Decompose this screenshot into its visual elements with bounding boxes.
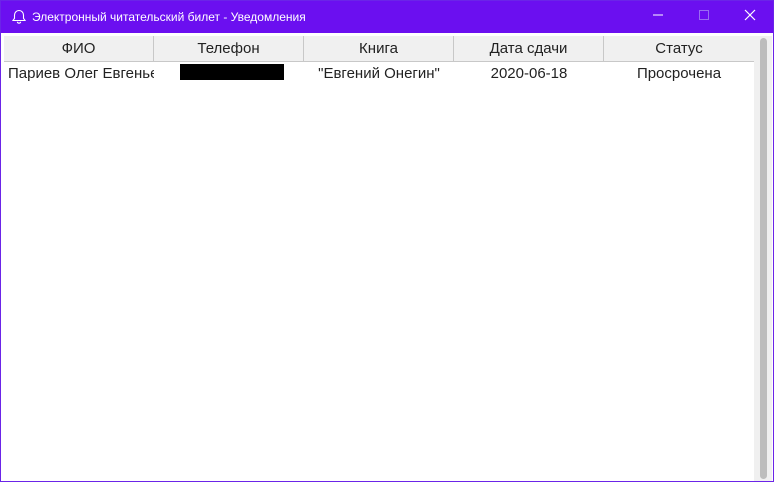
close-button[interactable] bbox=[727, 1, 773, 33]
column-header-phone[interactable]: Телефон bbox=[154, 36, 304, 62]
cell-due-date[interactable]: 2020-06-18 bbox=[454, 63, 604, 85]
cell-book[interactable]: "Евгений Онегин" bbox=[304, 63, 454, 85]
column-header-fio[interactable]: ФИО bbox=[4, 36, 154, 62]
notifications-window: Электронный читательский билет - Уведомл… bbox=[0, 0, 774, 482]
maximize-button[interactable] bbox=[681, 1, 727, 33]
minimize-button[interactable] bbox=[635, 1, 681, 33]
notifications-table[interactable]: ФИО Телефон Книга Дата сдачи Статус Пари… bbox=[4, 36, 754, 481]
window-title: Электронный читательский билет - Уведомл… bbox=[32, 10, 306, 24]
column-header-book[interactable]: Книга bbox=[304, 36, 454, 62]
bell-icon bbox=[11, 9, 27, 25]
table-header: ФИО Телефон Книга Дата сдачи Статус bbox=[4, 36, 754, 63]
minimize-icon bbox=[652, 8, 664, 26]
column-header-status[interactable]: Статус bbox=[604, 36, 754, 62]
cell-fio[interactable]: Париев Олег Евгенье bbox=[4, 63, 154, 85]
cell-phone[interactable] bbox=[154, 63, 304, 85]
title-bar[interactable]: Электронный читательский билет - Уведомл… bbox=[1, 1, 773, 33]
close-icon bbox=[744, 8, 756, 26]
redacted-phone bbox=[180, 64, 284, 80]
maximize-icon bbox=[698, 8, 710, 26]
vertical-scrollbar[interactable] bbox=[754, 36, 772, 481]
column-header-due-date[interactable]: Дата сдачи bbox=[454, 36, 604, 62]
table-row[interactable]: Париев Олег Евгенье "Евгений Онегин" 202… bbox=[4, 63, 754, 85]
cell-status[interactable]: Просрочена bbox=[604, 63, 754, 85]
scrollbar-thumb[interactable] bbox=[760, 38, 767, 479]
